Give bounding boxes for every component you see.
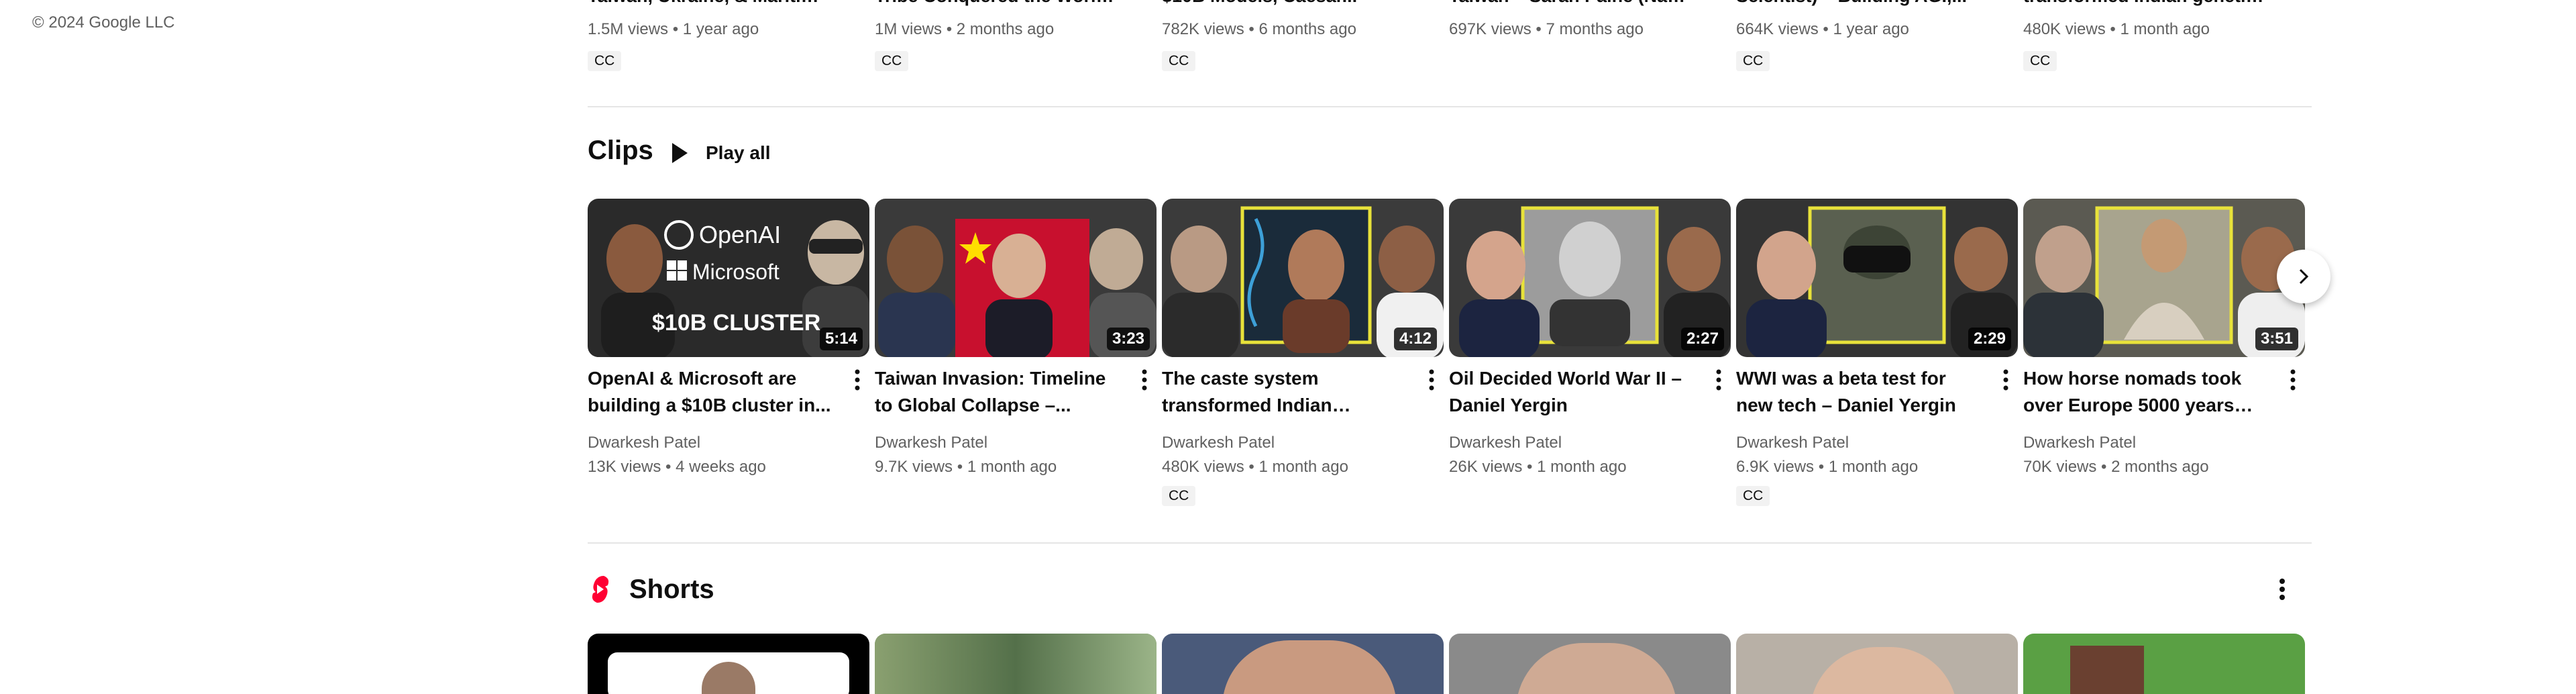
- more-actions-button[interactable]: [845, 365, 869, 395]
- channel-name[interactable]: Dwarkesh Patel: [588, 434, 700, 452]
- thumb-text-cluster: $10B CLUSTER: [652, 310, 820, 336]
- clip-title[interactable]: The caste system transformed Indian gene…: [1162, 365, 1410, 419]
- more-vert-icon: [1142, 369, 1147, 391]
- clip-thumbnail[interactable]: 3:23: [875, 199, 1157, 357]
- footer-copyright: © 2024 Google LLC: [32, 13, 175, 32]
- video-title[interactable]: transformed Indian genetic...: [2023, 0, 2265, 9]
- video-meta: 1M views • 2 months ago: [875, 20, 1055, 38]
- cc-badge: CC: [2023, 51, 2057, 71]
- cc-badge: CC: [875, 51, 909, 71]
- channel-name[interactable]: Dwarkesh Patel: [2023, 434, 2136, 452]
- video-title[interactable]: Tribe Conquered the World...: [875, 0, 1116, 9]
- channel-name[interactable]: Dwarkesh Patel: [1162, 434, 1275, 452]
- more-actions-button[interactable]: [1132, 365, 1157, 395]
- short-thumbnail[interactable]: [1449, 634, 1731, 694]
- duration-badge: 3:23: [1106, 328, 1150, 350]
- video-title[interactable]: Taiwan – Sarah Paine (Nav...: [1449, 0, 1690, 9]
- clip-thumbnail[interactable]: 3:51: [2023, 199, 2305, 357]
- video-title[interactable]: Taiwan, Ukraine, & Maritime...: [588, 0, 829, 9]
- more-vert-icon: [1429, 369, 1434, 391]
- clip-thumbnail[interactable]: 2:27: [1449, 199, 1731, 357]
- more-actions-button[interactable]: [1419, 365, 1444, 395]
- video-card[interactable]: Tribe Conquered the World... 1M views • …: [875, 0, 1157, 107]
- previous-section-row: Taiwan, Ukraine, & Maritime... 1.5M view…: [588, 0, 2312, 107]
- duration-badge: 4:12: [1393, 328, 1437, 350]
- duration-badge: 2:29: [1968, 328, 2011, 350]
- section-divider: [588, 106, 2312, 107]
- cc-badge: CC: [1162, 51, 1196, 71]
- shorts-shelf: [588, 634, 2312, 694]
- duration-badge: 2:27: [1680, 328, 1724, 350]
- more-actions-button[interactable]: [1994, 365, 2018, 395]
- video-card[interactable]: transformed Indian genetic... 480K views…: [2023, 0, 2305, 107]
- short-thumbnail[interactable]: [1736, 634, 2018, 694]
- shorts-header: Shorts: [588, 569, 714, 609]
- clip-meta: 480K views • 1 month ago: [1162, 458, 1348, 476]
- short-thumbnail[interactable]: [2023, 634, 2305, 694]
- channel-name[interactable]: Dwarkesh Patel: [1736, 434, 1849, 452]
- channel-name[interactable]: Dwarkesh Patel: [1449, 434, 1562, 452]
- more-vert-icon: [855, 369, 860, 391]
- video-card[interactable]: Scientist) – Building AGI,... 664K views…: [1736, 0, 2018, 107]
- clip-meta: 26K views • 1 month ago: [1449, 458, 1627, 476]
- more-actions-button[interactable]: [2281, 365, 2305, 395]
- short-thumbnail[interactable]: [588, 634, 869, 694]
- cc-badge: CC: [1736, 51, 1770, 71]
- clip-title[interactable]: How horse nomads took over Europe 5000 y…: [2023, 365, 2271, 419]
- clip-meta: 9.7K views • 1 month ago: [875, 458, 1057, 476]
- duration-badge: 5:14: [819, 328, 863, 350]
- video-meta: 664K views • 1 year ago: [1736, 20, 1909, 38]
- clip-title[interactable]: OpenAI & Microsoft are building a $10B c…: [588, 365, 836, 419]
- video-card[interactable]: $10B Models, Caesar... 782K views • 6 mo…: [1162, 0, 1444, 107]
- cc-badge: CC: [1162, 486, 1196, 506]
- short-thumbnail[interactable]: [1162, 634, 1444, 694]
- duration-badge: 3:51: [2255, 328, 2298, 350]
- more-vert-icon: [1716, 369, 1721, 391]
- clip-thumbnail[interactable]: OpenAI Microsoft $10B CLUSTER 5:14: [588, 199, 869, 357]
- section-title-clips: Clips: [588, 136, 653, 165]
- shorts-more-button[interactable]: [2269, 572, 2296, 607]
- shelf-next-button[interactable]: [2277, 250, 2330, 303]
- clip-title[interactable]: Oil Decided World War II – Daniel Yergin: [1449, 365, 1697, 419]
- clip-thumbnail[interactable]: 2:29: [1736, 199, 2018, 357]
- clips-shelf: OpenAI Microsoft $10B CLUSTER 5:14 OpenA…: [588, 199, 2312, 507]
- cc-badge: CC: [1736, 486, 1770, 506]
- shorts-logo-icon: [592, 576, 609, 603]
- video-card[interactable]: Taiwan, Ukraine, & Maritime... 1.5M view…: [588, 0, 869, 107]
- video-title[interactable]: Scientist) – Building AGI,...: [1736, 0, 1978, 9]
- more-vert-icon: [2003, 369, 2008, 391]
- video-card[interactable]: Taiwan – Sarah Paine (Nav... 697K views …: [1449, 0, 1731, 107]
- section-title-shorts: Shorts: [629, 574, 714, 604]
- more-vert-icon: [2279, 579, 2285, 600]
- clip-meta: 13K views • 4 weeks ago: [588, 458, 766, 476]
- section-divider: [588, 542, 2312, 544]
- clip-thumbnail[interactable]: 4:12: [1162, 199, 1444, 357]
- thumb-text-microsoft: Microsoft: [692, 260, 780, 284]
- channel-name[interactable]: Dwarkesh Patel: [875, 434, 987, 452]
- video-meta: 480K views • 1 month ago: [2023, 20, 2210, 38]
- video-meta: 1.5M views • 1 year ago: [588, 20, 759, 38]
- clip-title[interactable]: Taiwan Invasion: Timeline to Global Coll…: [875, 365, 1123, 419]
- play-all-button[interactable]: Play all: [671, 134, 771, 172]
- clip-meta: 6.9K views • 1 month ago: [1736, 458, 1919, 476]
- video-title[interactable]: $10B Models, Caesar...: [1162, 0, 1403, 9]
- clip-title[interactable]: WWI was a beta test for new tech – Danie…: [1736, 365, 1984, 419]
- more-vert-icon: [2290, 369, 2296, 391]
- chevron-right-icon: [2299, 268, 2309, 285]
- more-actions-button[interactable]: [1707, 365, 1731, 395]
- play-icon: [672, 143, 688, 163]
- video-meta: 697K views • 7 months ago: [1449, 20, 1644, 38]
- cc-badge: CC: [588, 51, 622, 71]
- clip-meta: 70K views • 2 months ago: [2023, 458, 2209, 476]
- video-meta: 782K views • 6 months ago: [1162, 20, 1356, 38]
- thumb-text-openai: OpenAI: [699, 221, 781, 248]
- play-all-label: Play all: [706, 142, 771, 163]
- short-thumbnail[interactable]: [875, 634, 1157, 694]
